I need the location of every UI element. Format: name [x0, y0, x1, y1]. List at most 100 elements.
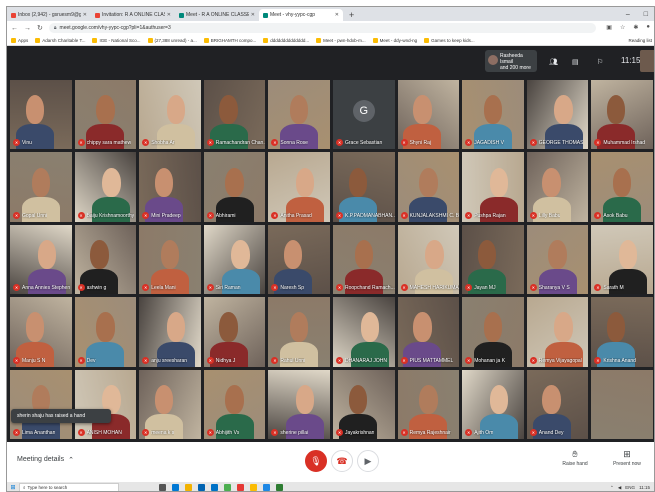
- participant-tile[interactable]: ✕ anju sreesharan: [139, 297, 201, 367]
- bookmark-item[interactable]: BRIGHAMTH compo...: [203, 37, 256, 43]
- activities-icon[interactable]: ⚐: [597, 58, 603, 66]
- bookmark-item[interactable]: (27,388 unread) - a...: [147, 37, 197, 43]
- bookmark-item[interactable]: IGE - National Sco...: [92, 37, 141, 43]
- mail-icon[interactable]: [211, 484, 218, 491]
- camera-icon[interactable]: ▣: [606, 24, 612, 31]
- participant-tile[interactable]: ✕ Vinu: [10, 80, 72, 150]
- meeting-details-button[interactable]: Meeting details ⌃: [17, 456, 74, 464]
- raise-hand-button[interactable]: ✋︎ Raise hand: [555, 449, 595, 467]
- participant-tile[interactable]: ✕ Anand Dey: [526, 369, 589, 439]
- participant-tile[interactable]: ✕ Ajith Om: [462, 369, 524, 439]
- participant-tile[interactable]: ✕ K.P.PADMANABHAN...: [333, 152, 395, 222]
- browser-tab[interactable]: Inbox (2,942) - gsruesm9@gm ✕: [7, 9, 91, 21]
- participant-tile[interactable]: ✕ Lima Ananthan: [10, 369, 72, 439]
- close-tab-icon[interactable]: ✕: [251, 12, 255, 18]
- participant-tile[interactable]: ✕ Mini Pradeep: [139, 152, 201, 222]
- participant-tile[interactable]: ✕ Siri Raman: [203, 224, 266, 295]
- participant-tile[interactable]: ✕ Jayan MJ: [462, 224, 524, 295]
- forward-icon[interactable]: →: [24, 25, 31, 32]
- participant-tile[interactable]: ✕ Sonna Rose: [268, 80, 330, 150]
- profile-icon[interactable]: ●: [646, 24, 650, 31]
- participant-tile[interactable]: ✕ Remya Vijayagopal: [526, 297, 589, 367]
- bookmark-item[interactable]: dddddddddddddd...: [263, 37, 309, 43]
- participant-tile[interactable]: ✕ chippy sara mathew: [74, 80, 137, 150]
- mic-off-button[interactable]: 🎙︎: [305, 450, 327, 472]
- participant-tile[interactable]: ✕ Sharanya V S: [526, 224, 589, 295]
- app-icon[interactable]: [276, 484, 283, 491]
- participant-tile[interactable]: ✕ Gopal Unni: [10, 152, 72, 222]
- participant-tile[interactable]: ✕ Roopchand Ramach...: [333, 224, 395, 295]
- participant-tile[interactable]: ✕ JAGADISH V: [462, 80, 524, 150]
- participant-tile[interactable]: ✕ Muhammad Irshad: [591, 80, 653, 150]
- participant-tile[interactable]: ✕ Anna Annies Stephen: [10, 224, 72, 295]
- volume-icon[interactable]: ◀: [618, 485, 621, 491]
- participant-tile[interactable]: ✕ ANISH MOHAN: [74, 369, 137, 439]
- present-now-button[interactable]: ⊞ Present now: [607, 449, 647, 467]
- file-explorer-icon[interactable]: [185, 484, 192, 491]
- extensions-icon[interactable]: ✱: [633, 24, 638, 31]
- participant-tile[interactable]: ✕ Dev: [74, 297, 137, 367]
- participant-tile[interactable]: ✕ Rahul Unni: [268, 297, 330, 367]
- bookmark-item[interactable]: Apps: [11, 37, 28, 43]
- participant-tile[interactable]: ✕ Asok Babu: [591, 152, 653, 222]
- windows-start-icon[interactable]: ⊞: [7, 484, 19, 491]
- participant-tile[interactable]: ✕ Jayakrishnan: [333, 369, 395, 439]
- presenter-chip[interactable]: Rasheeda Ismail and 200 more: [485, 50, 537, 72]
- participant-tile[interactable]: ✕ Mohanan ja K: [462, 297, 524, 367]
- chat-icon[interactable]: ▤: [572, 58, 579, 66]
- star-icon[interactable]: ☆: [620, 24, 625, 31]
- participant-tile[interactable]: ✕ Krishna Anand: [591, 297, 653, 367]
- store-icon[interactable]: [198, 484, 205, 491]
- app-icon[interactable]: [263, 484, 270, 491]
- bookmark-item[interactable]: Adarsh Charitable T...: [35, 37, 85, 43]
- new-tab-button[interactable]: +: [343, 9, 360, 21]
- participant-tile[interactable]: ✕ DHANARAJ JOHN: [333, 297, 395, 367]
- participant-tile[interactable]: ✕ Shobha Ar: [139, 80, 201, 150]
- bookmark-item[interactable]: Meet - ddy-wnd-ng: [372, 37, 417, 43]
- participant-tile[interactable]: ✕ Remya Rajeshnair: [397, 369, 460, 439]
- participant-tile[interactable]: ✕ PIUS MATTAMMEL: [397, 297, 460, 367]
- people-icon[interactable]: 👥︎: [549, 58, 558, 66]
- bookmark-item[interactable]: Games to keep kids...: [424, 37, 475, 43]
- close-tab-icon[interactable]: ✕: [167, 12, 171, 18]
- participant-tile[interactable]: ✕ Abhijith Vs: [203, 369, 266, 439]
- maximize-icon[interactable]: □: [644, 11, 648, 18]
- minimize-icon[interactable]: –: [626, 11, 630, 18]
- reading-list-button[interactable]: Reading list: [628, 38, 654, 43]
- participant-tile[interactable]: ✕ Lilly Babu: [526, 152, 589, 222]
- participant-tile[interactable]: ✕ Naresh Sp: [268, 224, 330, 295]
- back-icon[interactable]: ←: [11, 25, 18, 32]
- tray-arrow-icon[interactable]: ⌃: [610, 485, 614, 491]
- participant-tile[interactable]: ✕ ashwin g: [74, 224, 137, 295]
- app-icon[interactable]: [237, 484, 244, 491]
- task-view-icon[interactable]: [159, 484, 166, 491]
- participant-tile[interactable]: ✕ Pushpa Rajan: [462, 152, 524, 222]
- participant-tile[interactable]: ✕ Manju S N: [10, 297, 72, 367]
- participant-tile[interactable]: ✕ Leela Mani: [139, 224, 201, 295]
- taskbar-search-input[interactable]: ⌕ Type here to search: [19, 483, 119, 491]
- participant-tile[interactable]: ✕ MAHESH HARIKUMAR: [397, 224, 460, 295]
- close-tab-icon[interactable]: ✕: [83, 12, 87, 18]
- app-icon[interactable]: [224, 484, 231, 491]
- participant-tile[interactable]: G ✕ Grace Sebastian: [333, 80, 395, 150]
- participant-tile[interactable]: ✕ Shyni Raj: [397, 80, 460, 150]
- camera-button[interactable]: ▶: [357, 450, 379, 472]
- leave-call-button[interactable]: ☎︎: [331, 450, 353, 472]
- participant-tile[interactable]: ✕ sherine pillai: [268, 369, 330, 439]
- browser-tab-active[interactable]: Meet - vhy-yypc-cgp ✕: [259, 9, 343, 21]
- participant-tile[interactable]: ✕ Ramachandran Chan...: [203, 80, 266, 150]
- participant-tile[interactable]: ✕ GEORGE THOMAS: [526, 80, 589, 150]
- close-tab-icon[interactable]: ✕: [335, 12, 339, 18]
- url-input[interactable]: 🔒︎ meet.google.com/vhy-yypc-cgp?pli=1&au…: [48, 23, 596, 33]
- participant-tile[interactable]: [591, 369, 653, 439]
- bookmark-item[interactable]: Meet - pwn-hdxb-m...: [316, 37, 366, 43]
- browser-tab[interactable]: Meet - R A ONLINE CLASSES V✕: [175, 9, 259, 21]
- participant-tile[interactable]: ✕ KUNJALAKSHMI C. B: [397, 152, 460, 222]
- participant-tile[interactable]: ✕ Baiju Krishnamoorthy: [74, 152, 137, 222]
- chrome-icon[interactable]: [250, 484, 257, 491]
- browser-tab[interactable]: Invitation: R A ONLINE CLASSES✕: [91, 9, 175, 21]
- reload-icon[interactable]: ↻: [37, 24, 43, 32]
- participant-tile[interactable]: ✕ Sarath M: [591, 224, 653, 295]
- participant-tile[interactable]: ✕ Abhirami: [203, 152, 266, 222]
- edge-icon[interactable]: [172, 484, 179, 491]
